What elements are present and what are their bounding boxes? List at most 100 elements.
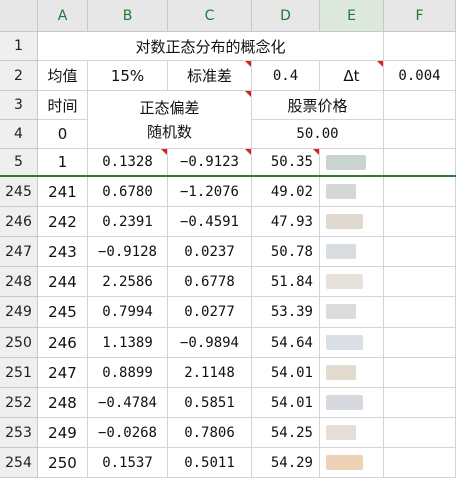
blurred-cell[interactable] bbox=[320, 267, 384, 297]
deviation-b-cell[interactable]: 0.7994 bbox=[88, 297, 168, 328]
time-cell[interactable]: 1 bbox=[38, 149, 88, 176]
deviation-b-cell[interactable]: −0.0268 bbox=[88, 418, 168, 448]
price-cell[interactable]: 54.29 bbox=[252, 448, 320, 478]
cell[interactable] bbox=[384, 177, 456, 207]
deviation-b-cell[interactable]: 1.1389 bbox=[88, 328, 168, 358]
mean-label-cell[interactable]: 均值 bbox=[38, 61, 88, 91]
mean-value-cell[interactable]: 15% bbox=[88, 61, 168, 91]
blurred-cell[interactable] bbox=[320, 418, 384, 448]
blurred-cell[interactable] bbox=[320, 237, 384, 267]
select-all-corner[interactable] bbox=[0, 0, 38, 32]
stock-start-price-cell[interactable]: 50.00 bbox=[252, 120, 384, 149]
cell[interactable] bbox=[384, 358, 456, 388]
blurred-cell[interactable] bbox=[320, 207, 384, 237]
deviation-b-cell[interactable]: 2.2586 bbox=[88, 267, 168, 297]
row-header[interactable]: 253 bbox=[0, 418, 38, 448]
time-cell[interactable]: 249 bbox=[38, 418, 88, 448]
deviation-c-cell[interactable]: 0.5011 bbox=[168, 448, 252, 478]
blurred-cell[interactable] bbox=[320, 388, 384, 418]
price-cell[interactable]: 47.93 bbox=[252, 207, 320, 237]
row-header[interactable]: 1 bbox=[0, 32, 38, 61]
deviation-c-cell[interactable]: 0.0237 bbox=[168, 237, 252, 267]
std-label-cell[interactable]: 标准差 bbox=[168, 61, 252, 91]
cell[interactable] bbox=[384, 297, 456, 328]
deviation-c-cell[interactable]: 0.6778 bbox=[168, 267, 252, 297]
cell[interactable] bbox=[384, 91, 456, 120]
cell[interactable] bbox=[384, 207, 456, 237]
row-header[interactable]: 245 bbox=[0, 177, 38, 207]
blurred-cell[interactable] bbox=[320, 149, 384, 176]
price-cell[interactable]: 51.84 bbox=[252, 267, 320, 297]
row-header[interactable]: 247 bbox=[0, 237, 38, 267]
price-cell[interactable]: 54.64 bbox=[252, 328, 320, 358]
cell[interactable] bbox=[384, 418, 456, 448]
column-header-b[interactable]: B bbox=[88, 0, 168, 32]
price-cell[interactable]: 54.25 bbox=[252, 418, 320, 448]
deviation-b-cell[interactable]: −0.9128 bbox=[88, 237, 168, 267]
blurred-cell[interactable] bbox=[320, 177, 384, 207]
blurred-cell[interactable] bbox=[320, 358, 384, 388]
deviation-b-cell[interactable]: −0.4784 bbox=[88, 388, 168, 418]
price-cell[interactable]: 53.39 bbox=[252, 297, 320, 328]
price-cell[interactable]: 54.01 bbox=[252, 388, 320, 418]
column-header-d[interactable]: D bbox=[252, 0, 320, 32]
row-header[interactable]: 3 bbox=[0, 91, 38, 120]
time-cell[interactable]: 241 bbox=[38, 177, 88, 207]
row-header[interactable]: 252 bbox=[0, 388, 38, 418]
deviation-c-cell[interactable]: 0.7806 bbox=[168, 418, 252, 448]
price-cell[interactable]: 54.01 bbox=[252, 358, 320, 388]
time-start-cell[interactable]: 0 bbox=[38, 120, 88, 149]
time-cell[interactable]: 250 bbox=[38, 448, 88, 478]
dt-label-cell[interactable]: Δt bbox=[320, 61, 384, 91]
row-header[interactable]: 5 bbox=[0, 149, 38, 176]
row-header[interactable]: 246 bbox=[0, 207, 38, 237]
row-header[interactable]: 250 bbox=[0, 328, 38, 358]
dt-value-cell[interactable]: 0.004 bbox=[384, 61, 456, 91]
row-header[interactable]: 254 bbox=[0, 448, 38, 478]
row-header[interactable]: 248 bbox=[0, 267, 38, 297]
row-header[interactable]: 2 bbox=[0, 61, 38, 91]
time-cell[interactable]: 243 bbox=[38, 237, 88, 267]
time-cell[interactable]: 244 bbox=[38, 267, 88, 297]
blurred-cell[interactable] bbox=[320, 448, 384, 478]
time-cell[interactable]: 245 bbox=[38, 297, 88, 328]
cell[interactable] bbox=[384, 388, 456, 418]
deviation-c-cell[interactable]: 0.0277 bbox=[168, 297, 252, 328]
column-header-f[interactable]: F bbox=[384, 0, 456, 32]
row-header[interactable]: 4 bbox=[0, 120, 38, 149]
time-cell[interactable]: 248 bbox=[38, 388, 88, 418]
price-cell[interactable]: 49.02 bbox=[252, 177, 320, 207]
sheet-title-cell[interactable]: 对数正态分布的概念化 bbox=[38, 32, 384, 61]
column-header-a[interactable]: A bbox=[38, 0, 88, 32]
deviation-b-cell[interactable]: 0.8899 bbox=[88, 358, 168, 388]
column-header-c[interactable]: C bbox=[168, 0, 252, 32]
deviation-c-cell[interactable]: −1.2076 bbox=[168, 177, 252, 207]
cell[interactable] bbox=[384, 267, 456, 297]
std-value-cell[interactable]: 0.4 bbox=[252, 61, 320, 91]
blurred-cell[interactable] bbox=[320, 297, 384, 328]
row-header[interactable]: 249 bbox=[0, 297, 38, 328]
deviation-c-cell[interactable]: 0.5851 bbox=[168, 388, 252, 418]
price-cell[interactable]: 50.78 bbox=[252, 237, 320, 267]
cell[interactable] bbox=[384, 448, 456, 478]
time-header-cell[interactable]: 时间 bbox=[38, 91, 88, 120]
cell[interactable] bbox=[384, 149, 456, 176]
row-header[interactable]: 251 bbox=[0, 358, 38, 388]
deviation-b-cell[interactable]: 0.2391 bbox=[88, 207, 168, 237]
time-cell[interactable]: 246 bbox=[38, 328, 88, 358]
column-header-e[interactable]: E bbox=[320, 0, 384, 32]
deviation-c-cell[interactable]: −0.4591 bbox=[168, 207, 252, 237]
price-cell[interactable]: 50.35 bbox=[252, 149, 320, 176]
cell[interactable] bbox=[384, 328, 456, 358]
deviation-b-cell[interactable]: 0.1537 bbox=[88, 448, 168, 478]
cell[interactable] bbox=[384, 237, 456, 267]
deviation-c-cell[interactable]: −0.9123 bbox=[168, 149, 252, 176]
stock-price-header-cell[interactable]: 股票价格 bbox=[252, 91, 384, 120]
time-cell[interactable]: 247 bbox=[38, 358, 88, 388]
normal-deviation-header-cell[interactable]: 正态偏差 随机数 bbox=[88, 91, 252, 149]
blurred-cell[interactable] bbox=[320, 328, 384, 358]
cell[interactable] bbox=[384, 120, 456, 149]
cell[interactable] bbox=[384, 32, 456, 61]
deviation-b-cell[interactable]: 0.6780 bbox=[88, 177, 168, 207]
deviation-c-cell[interactable]: −0.9894 bbox=[168, 328, 252, 358]
